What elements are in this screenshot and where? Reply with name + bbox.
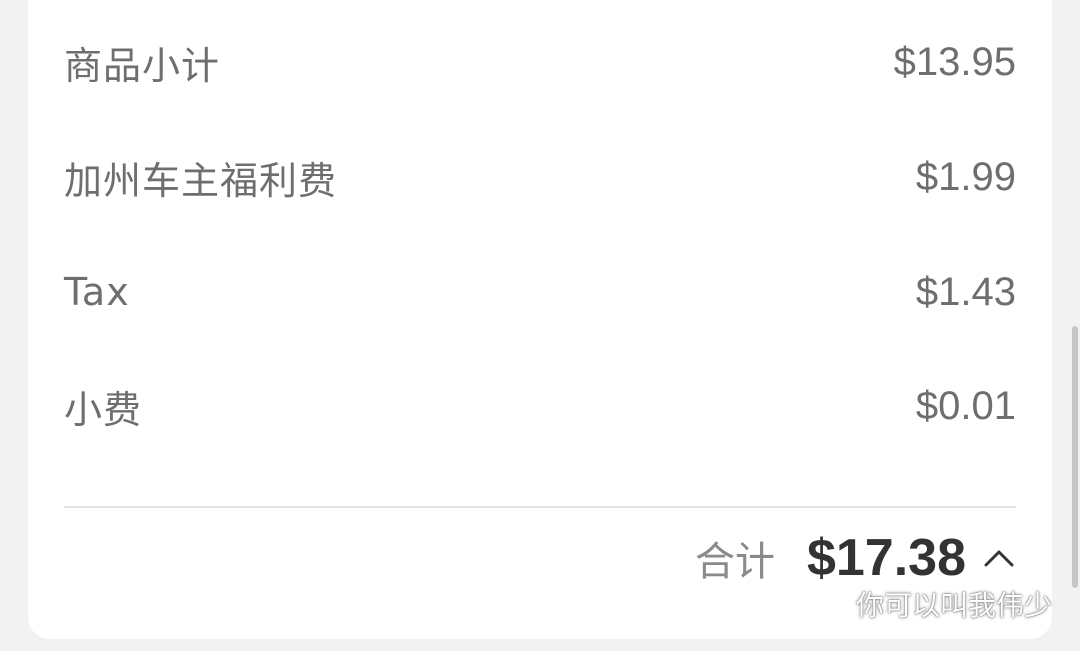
ca-driver-fee-amount: $1.99 [915,154,1016,199]
wechat-icon [807,588,848,619]
subtotal-amount: $13.95 [893,39,1016,84]
tip-row: 小费 $0.01 [64,376,1016,436]
ca-driver-fee-row: 加州车主福利费 $1.99 [64,147,1016,207]
total-label: 合计 [694,539,775,585]
scrollbar[interactable] [1072,326,1078,588]
tip-label: 小费 [64,387,143,432]
subtotal-row: 商品小计 $13.95 [64,32,1016,92]
watermark-text: 你可以叫我伟少 [856,589,1053,622]
total-amount: $17.38 [806,529,966,587]
summary-divider [64,506,1016,508]
tax-row: Tax $1.43 [64,262,1016,322]
tax-amount: $1.43 [915,269,1016,314]
chevron-up-icon[interactable] [982,541,1016,575]
order-summary-card: 商品小计 $13.95 加州车主福利费 $1.99 Tax $1.43 小费 $… [28,0,1052,639]
tax-label: Tax [64,270,130,314]
ca-driver-fee-label: 加州车主福利费 [64,158,338,203]
subtotal-label: 商品小计 [64,43,221,88]
watermark: 你可以叫我伟少 [806,584,1052,624]
tip-amount: $0.01 [915,383,1016,428]
